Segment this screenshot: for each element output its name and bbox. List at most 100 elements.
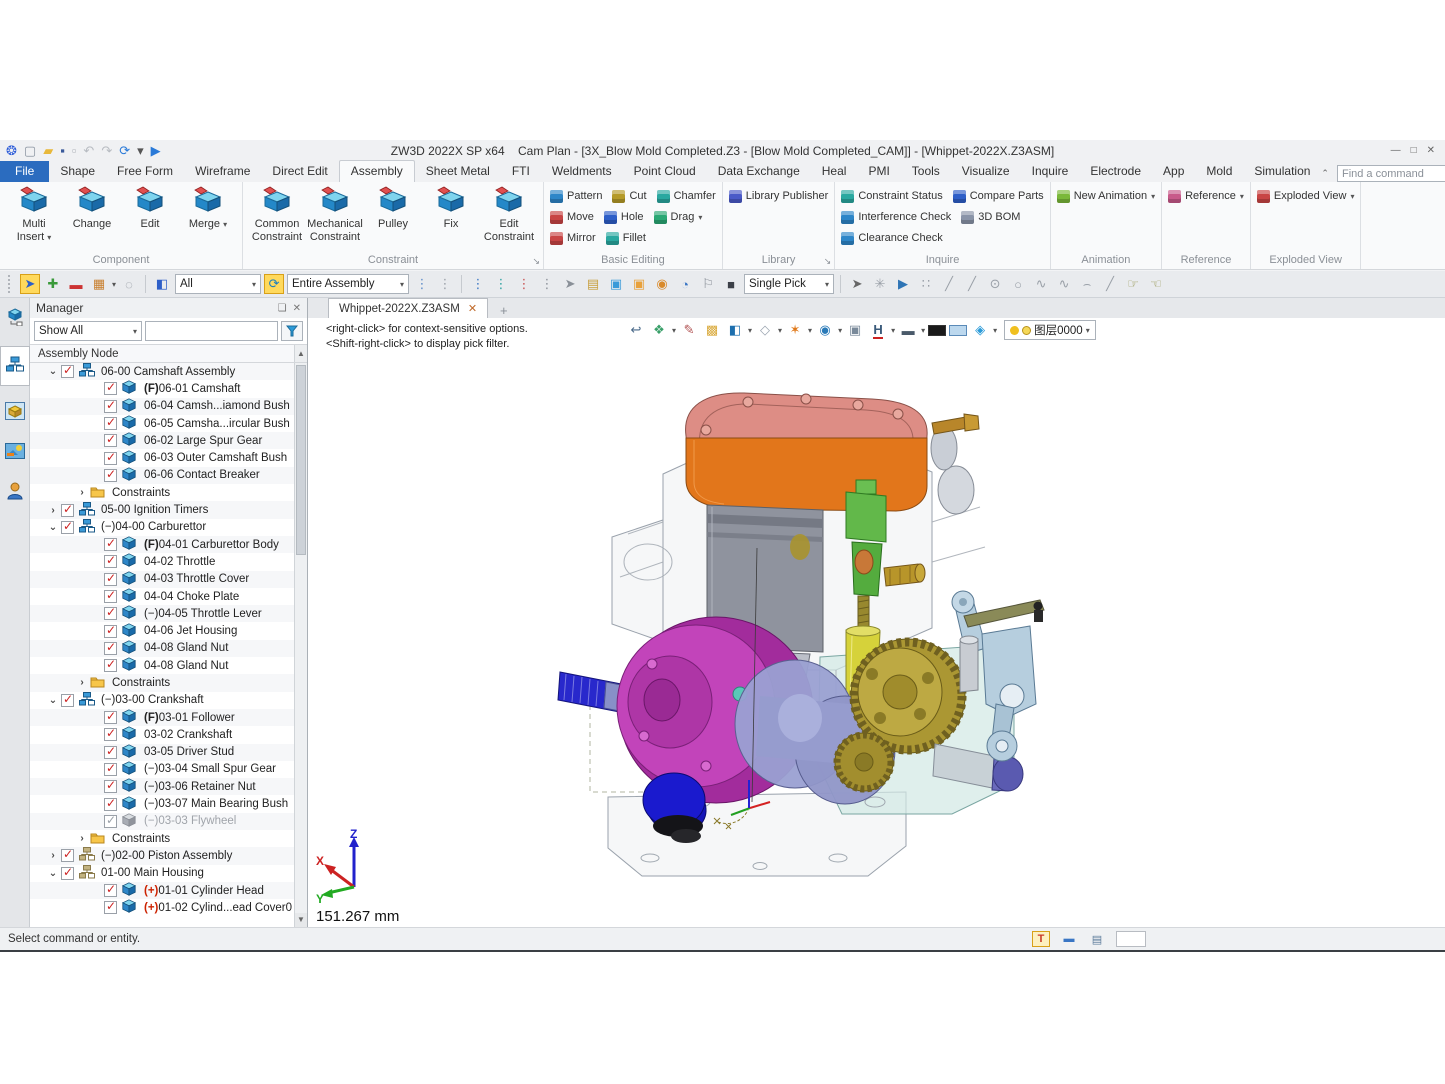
zoom-window-icon[interactable]: ◉: [815, 320, 835, 340]
hole-button[interactable]: Hole: [604, 211, 644, 224]
layer-combo[interactable]: 图层0000▾: [1004, 320, 1096, 340]
scroll-up-button[interactable]: ▲: [294, 345, 307, 362]
exit-target-icon[interactable]: ↩: [626, 320, 646, 340]
tree-row[interactable]: ›✓(−)02-00 Piston Assembly: [30, 847, 294, 864]
visibility-checkbox[interactable]: ✓: [104, 434, 117, 447]
expand-closed-icon[interactable]: ›: [74, 677, 90, 688]
visibility-checkbox[interactable]: ✓: [104, 884, 117, 897]
expand-open-icon[interactable]: ⌄: [45, 366, 61, 377]
constraint-status-button[interactable]: Constraint Status: [841, 190, 942, 203]
tree-row[interactable]: ✓04-06 Jet Housing: [30, 622, 294, 639]
tree-row[interactable]: ✓06-02 Large Spur Gear: [30, 432, 294, 449]
align-plane-icon-caret[interactable]: ▾: [891, 326, 895, 335]
tree-row[interactable]: ✓(+)01-02 Cylind...ead Cover0: [30, 899, 294, 916]
interference-check-button[interactable]: Interference Check: [841, 211, 951, 224]
toolbar-grip[interactable]: [8, 275, 13, 293]
redo-icon[interactable]: ↷: [101, 143, 112, 158]
shade-mode-icon-caret[interactable]: ▾: [748, 326, 752, 335]
regen-outdated-icon[interactable]: ⋮: [412, 274, 432, 294]
expand-closed-icon[interactable]: ›: [74, 833, 90, 844]
visibility-checkbox[interactable]: ✓: [61, 867, 74, 880]
snap-spark-icon[interactable]: ✳: [870, 274, 890, 294]
menu-tab-electrode[interactable]: Electrode: [1079, 161, 1152, 182]
menu-tab-wireframe[interactable]: Wireframe: [184, 161, 261, 182]
pattern-button[interactable]: Pattern: [550, 190, 602, 203]
qat-play-icon[interactable]: ▶: [151, 143, 161, 158]
flag-marker-icon[interactable]: ⚐: [698, 274, 718, 294]
tree-row[interactable]: ✓06-03 Outer Camshaft Bush: [30, 449, 294, 466]
dialog-launcher-icon[interactable]: ↘: [824, 256, 832, 267]
snap-curve-icon[interactable]: ∿: [1054, 274, 1074, 294]
show-solid-icon[interactable]: ▩: [702, 320, 722, 340]
exploded-view-button[interactable]: Exploded View▾: [1257, 190, 1355, 203]
compare-parts-button[interactable]: Compare Parts: [953, 190, 1044, 203]
select-filter-icon[interactable]: ➤: [20, 274, 40, 294]
snap-grab2-icon[interactable]: ☜: [1146, 274, 1166, 294]
library-publisher-button[interactable]: Library Publisher: [729, 190, 829, 203]
visibility-checkbox[interactable]: ✓: [104, 469, 117, 482]
layers-icon-caret[interactable]: ▾: [993, 326, 997, 335]
visibility-checkbox[interactable]: ✓: [61, 365, 74, 378]
visibility-checkbox[interactable]: ✓: [104, 555, 117, 568]
expand-open-icon[interactable]: ⌄: [45, 695, 61, 706]
edit-constraint-button[interactable]: EditConstraint: [481, 184, 537, 244]
visibility-checkbox[interactable]: ✓: [104, 780, 117, 793]
remove-component-icon[interactable]: ▬: [66, 274, 86, 294]
edit-button[interactable]: Edit: [122, 184, 178, 231]
visibility-checkbox[interactable]: ✓: [104, 625, 117, 638]
snap-grab-icon[interactable]: ☞: [1123, 274, 1143, 294]
tree-row[interactable]: ›✓05-00 Ignition Timers: [30, 501, 294, 518]
change-button[interactable]: Change: [64, 184, 120, 231]
snap-points-icon[interactable]: ∷: [916, 274, 936, 294]
user-role-tab[interactable]: [2, 480, 28, 506]
scope-combo[interactable]: Entire Assembly▾: [287, 274, 409, 294]
new-tab-button[interactable]: +: [488, 303, 520, 318]
layers-icon[interactable]: ◈: [970, 320, 990, 340]
mechanical-constraint-button[interactable]: MechanicalConstraint: [307, 184, 363, 244]
tree-row[interactable]: ✓(−)03-06 Retainer Nut: [30, 778, 294, 795]
pick-arrow-icon[interactable]: ➤: [560, 274, 580, 294]
tree-row[interactable]: ›Constraints: [30, 830, 294, 847]
tree-search-input[interactable]: [145, 321, 278, 341]
expand-open-icon[interactable]: ⌄: [45, 522, 61, 533]
pick-combo[interactable]: Single Pick▾: [744, 274, 834, 294]
visibility-checkbox[interactable]: ✓: [104, 538, 117, 551]
chamfer-button[interactable]: Chamfer: [657, 190, 716, 203]
tree-row[interactable]: ✓(−)03-07 Main Bearing Bush: [30, 795, 294, 812]
expand-closed-icon[interactable]: ›: [45, 505, 61, 516]
menu-tab-inquire[interactable]: Inquire: [1021, 161, 1080, 182]
viewport-3d-model[interactable]: [308, 318, 1445, 927]
scope-icon[interactable]: ⟳: [264, 274, 284, 294]
state-unpack-icon[interactable]: ⋮: [514, 274, 534, 294]
filter-columns-icon[interactable]: ◧: [152, 274, 172, 294]
menu-tab-tools[interactable]: Tools: [901, 161, 951, 182]
visibility-checkbox[interactable]: ✓: [104, 642, 117, 655]
menu-tab-free-form[interactable]: Free Form: [106, 161, 184, 182]
camshaft-housing[interactable]: [686, 438, 927, 511]
manager-float-icon[interactable]: ❏: [278, 303, 287, 314]
snap-run-icon[interactable]: ▶: [893, 274, 913, 294]
view-orient-icon-caret[interactable]: ▾: [672, 326, 676, 335]
tree-row[interactable]: ✓06-05 Camsha...ircular Bush: [30, 415, 294, 432]
menu-tab-file[interactable]: File: [0, 161, 49, 182]
visibility-checkbox[interactable]: ✓: [104, 798, 117, 811]
section-view-icon[interactable]: ✶: [785, 320, 805, 340]
section-view-icon-caret[interactable]: ▾: [808, 326, 812, 335]
menu-tab-assembly[interactable]: Assembly: [339, 160, 415, 182]
tree-row[interactable]: ›Constraints: [30, 674, 294, 691]
visibility-checkbox[interactable]: ✓: [104, 711, 117, 724]
tree-row[interactable]: ✓04-03 Throttle Cover: [30, 571, 294, 588]
tree-row[interactable]: ⌄✓(−)03-00 Crankshaft: [30, 692, 294, 709]
expand-open-icon[interactable]: ⌄: [45, 868, 61, 879]
visibility-checkbox[interactable]: ✓: [104, 452, 117, 465]
tree-row[interactable]: ⌄✓(−)04-00 Carburettor: [30, 519, 294, 536]
tree-filter-button[interactable]: [281, 321, 303, 341]
app-logo-icon[interactable]: ❂: [6, 143, 17, 158]
regen-icon[interactable]: ⟳: [119, 143, 130, 158]
visual-style-tab[interactable]: [2, 440, 28, 466]
undo-icon[interactable]: ↶: [83, 143, 94, 158]
assembly-tree-tab[interactable]: [0, 346, 30, 386]
tree-row[interactable]: ✓(−)03-04 Small Spur Gear: [30, 761, 294, 778]
ribbon-collapse-icon[interactable]: ⌃: [1321, 168, 1329, 179]
pattern-component-icon-caret[interactable]: ▾: [112, 280, 116, 289]
